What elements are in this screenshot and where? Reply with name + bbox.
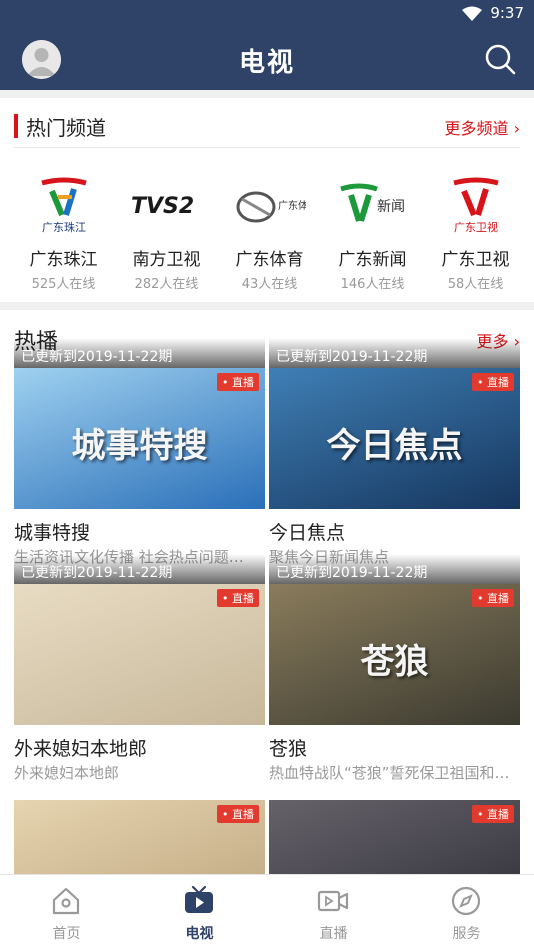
channel-online-count: 146人在线: [340, 277, 405, 292]
channels-section-header: 热门频道 更多频道 ›: [0, 100, 534, 148]
app-header: 电视: [0, 28, 534, 90]
guangdong-zhujiang-logo: 广东珠江: [41, 177, 87, 234]
channel-name: 广东新闻: [338, 250, 407, 270]
live-badge: • 直播: [217, 373, 259, 391]
channel-item[interactable]: 广东珠江 广东珠江 525人在线: [12, 165, 115, 295]
video-camera-icon: [317, 890, 349, 912]
thumbnail-caption: 今日焦点: [326, 426, 463, 466]
program-title: 今日焦点: [269, 522, 346, 544]
tab-label: 电视: [185, 926, 214, 942]
live-badge: • 直播: [217, 589, 259, 607]
update-text: 已更新到2019-11-22期: [14, 338, 265, 368]
program-title: 外来媳妇本地郎: [14, 738, 148, 760]
live-badge: • 直播: [217, 805, 259, 823]
tab-tv[interactable]: 电视: [133, 875, 266, 949]
home-icon: [52, 887, 80, 915]
section-gap: [0, 90, 534, 98]
tv-icon: [185, 885, 213, 913]
channel-item[interactable]: 新闻 广东新闻 146人在线: [321, 165, 424, 295]
wifi-icon: [462, 6, 482, 21]
svg-text:广东卫视: 广东卫视: [454, 220, 498, 234]
tvs2-logo: TVS2: [131, 194, 194, 219]
tab-services[interactable]: 服务: [400, 875, 533, 949]
tab-label: 直播: [319, 926, 348, 942]
channel-name: 南方卫视: [132, 250, 201, 270]
tab-label: 服务: [452, 926, 481, 942]
status-time: 9:37: [490, 4, 524, 22]
program-title: 城事特搜: [14, 522, 91, 544]
tab-home[interactable]: 首页: [0, 875, 133, 949]
program-description: 外来媳妇本地郎: [14, 764, 120, 782]
section-marker: [14, 114, 18, 138]
channel-online-count: 58人在线: [447, 277, 504, 292]
section-gap: [0, 302, 534, 310]
svg-text:TVS2: TVS2: [131, 194, 194, 219]
update-text: 已更新到2019-11-22期: [269, 338, 520, 368]
tab-label: 首页: [52, 926, 81, 942]
guangdong-sports-logo: 广东体育: [236, 191, 306, 223]
channel-item[interactable]: 广东卫视 广东卫视 58人在线: [424, 165, 527, 295]
channel-name: 广东卫视: [441, 250, 510, 270]
status-bar: 9:37: [0, 0, 534, 28]
channel-list: 广东珠江 广东珠江 525人在线 TVS2 南方卫视 282人在线 广东体育 广…: [0, 165, 534, 295]
thumbnail-caption: 苍狼: [360, 642, 429, 682]
program-description: 热血特战队“苍狼”誓死保卫祖国和…: [269, 764, 510, 782]
svg-text:新闻: 新闻: [377, 199, 405, 215]
channel-online-count: 525人在线: [31, 277, 96, 292]
channels-section-title: 热门频道: [26, 116, 106, 140]
live-badge: • 直播: [472, 373, 514, 391]
bottom-tab-bar: 首页 电视 直播 服务: [0, 874, 534, 949]
live-badge: • 直播: [472, 805, 514, 823]
update-text: 已更新到2019-11-22期: [269, 554, 520, 584]
svg-text:广东珠江: 广东珠江: [42, 220, 86, 234]
tab-live[interactable]: 直播: [267, 875, 400, 949]
more-channels-link[interactable]: 更多频道 ›: [445, 115, 521, 139]
page-title: 电视: [238, 48, 295, 78]
channel-online-count: 282人在线: [134, 277, 199, 292]
compass-icon: [451, 886, 481, 916]
thumbnail-caption: 城事特搜: [71, 426, 208, 466]
channel-item[interactable]: 广东体育 广东体育 43人在线: [218, 165, 321, 295]
program-title: 苍狼: [269, 738, 308, 760]
divider: [14, 147, 520, 148]
svg-text:广东体育: 广东体育: [278, 199, 306, 212]
live-badge: • 直播: [472, 589, 514, 607]
channel-online-count: 43人在线: [241, 277, 298, 292]
search-icon[interactable]: [484, 43, 516, 75]
channel-name: 广东珠江: [29, 250, 98, 270]
channel-name: 广东体育: [235, 250, 304, 270]
channel-item[interactable]: TVS2 南方卫视 282人在线: [115, 165, 218, 295]
guangdong-news-logo: 新闻: [340, 183, 405, 222]
update-text: 已更新到2019-11-22期: [14, 554, 265, 584]
guangdong-satellite-logo: 广东卫视: [453, 177, 499, 234]
